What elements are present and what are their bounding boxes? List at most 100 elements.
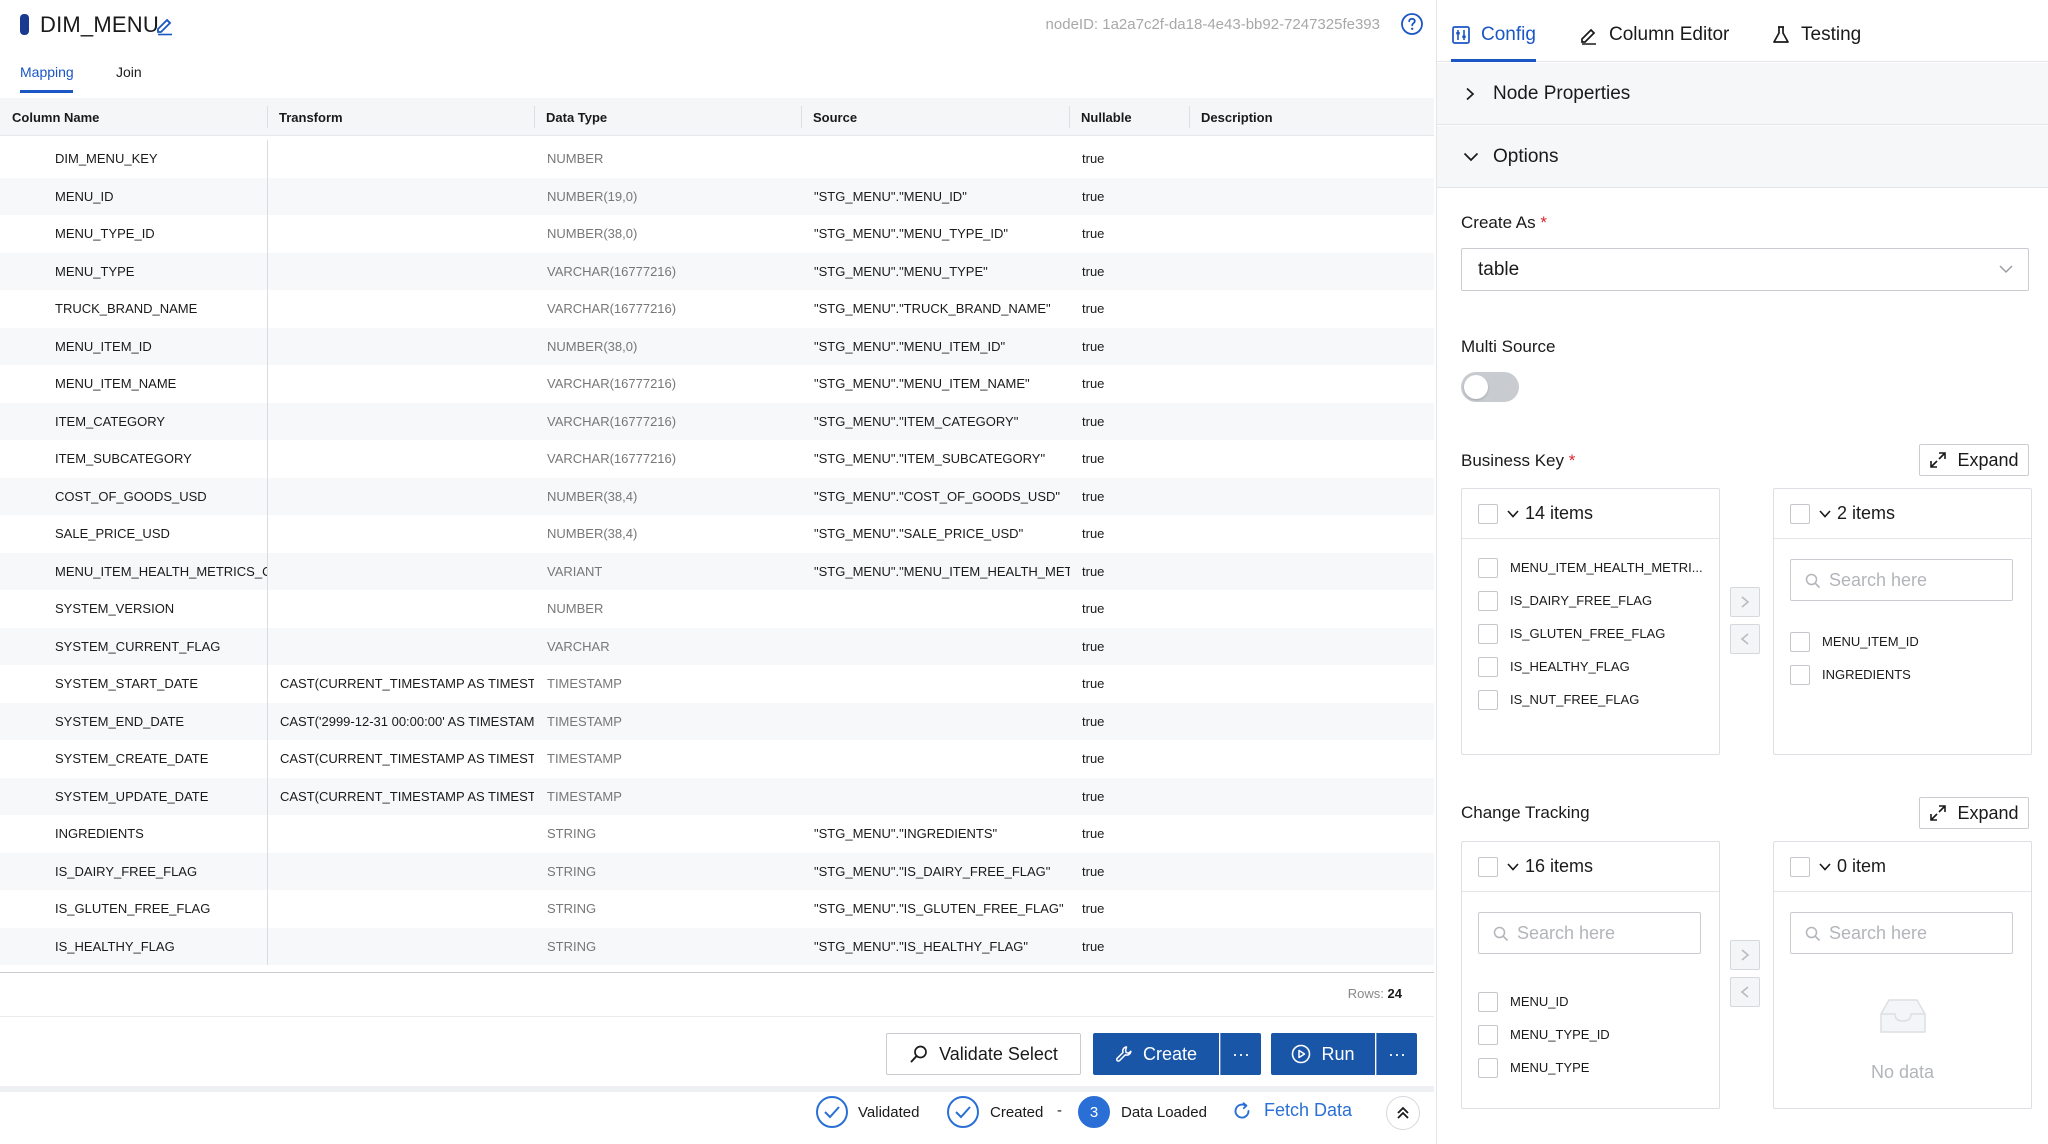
table-row[interactable]: IS_GLUTEN_FREE_FLAG STRING "STG_MENU"."IS_… — [0, 890, 1434, 928]
tab-testing[interactable]: Testing — [1771, 24, 1861, 46]
item-checkbox[interactable] — [1478, 624, 1498, 644]
select-all-checkbox[interactable] — [1478, 857, 1498, 877]
column-resizer[interactable] — [801, 106, 802, 128]
item-checkbox[interactable] — [1478, 657, 1498, 677]
cell-nullable[interactable]: true — [1082, 151, 1162, 166]
fetch-data-link[interactable]: Fetch Data — [1232, 1100, 1352, 1121]
cell-nullable[interactable]: true — [1082, 301, 1162, 316]
column-header-source[interactable]: Source — [813, 110, 857, 125]
table-row[interactable]: TRUCK_BRAND_NAME VARCHAR(16777216) "STG_ME… — [0, 290, 1434, 328]
cell-nullable[interactable]: true — [1082, 339, 1162, 354]
cell-column-name[interactable]: SYSTEM_CURRENT_FLAG — [55, 639, 267, 654]
cell-data-type[interactable]: VARCHAR(16777216) — [547, 264, 807, 279]
table-row[interactable]: INGREDIENTS STRING "STG_MENU"."INGREDIENTS… — [0, 815, 1434, 853]
move-right-button[interactable] — [1730, 940, 1760, 970]
cell-column-name[interactable]: MENU_ITEM_NAME — [55, 376, 267, 391]
tab-column-editor[interactable]: Column Editor — [1579, 24, 1729, 46]
table-row[interactable]: ITEM_CATEGORY VARCHAR(16777216) "STG_MENU"… — [0, 402, 1434, 440]
cell-source[interactable]: "STG_MENU"."MENU_TYPE" — [814, 264, 1070, 279]
column-header-transform[interactable]: Transform — [279, 110, 343, 125]
cell-nullable[interactable]: true — [1082, 789, 1162, 804]
chevron-down-icon[interactable] — [1506, 508, 1520, 520]
item-checkbox[interactable] — [1478, 1025, 1498, 1045]
create-as-select[interactable]: table — [1461, 248, 2029, 291]
cell-source[interactable]: "STG_MENU"."COST_OF_GOODS_USD" — [814, 489, 1070, 504]
cell-data-type[interactable]: STRING — [547, 864, 807, 879]
cell-data-type[interactable]: TIMESTAMP — [547, 676, 807, 691]
table-row[interactable]: SALE_PRICE_USD NUMBER(38,4) "STG_MENU"."SA… — [0, 515, 1434, 553]
cell-nullable[interactable]: true — [1082, 826, 1162, 841]
tab-config[interactable]: Config — [1451, 24, 1536, 46]
cell-column-name[interactable]: IS_GLUTEN_FREE_FLAG — [55, 901, 267, 916]
cell-column-name[interactable]: SYSTEM_START_DATE — [55, 676, 267, 691]
table-row[interactable]: MENU_TYPE VARCHAR(16777216) "STG_MENU"."ME… — [0, 252, 1434, 290]
cell-column-name[interactable]: ITEM_SUBCATEGORY — [55, 451, 267, 466]
list-item[interactable]: INGREDIENTS — [1774, 654, 2031, 697]
cell-data-type[interactable]: TIMESTAMP — [547, 751, 807, 766]
cell-column-name[interactable]: IS_HEALTHY_FLAG — [55, 939, 267, 954]
cell-column-name[interactable]: MENU_ITEM_HEALTH_METRICS_OE — [55, 564, 267, 579]
cell-data-type[interactable]: NUMBER — [547, 601, 807, 616]
change-tracking-expand-button[interactable]: Expand — [1919, 797, 2029, 829]
table-row[interactable]: MENU_ITEM_ID NUMBER(38,0) "STG_MENU"."MENU… — [0, 327, 1434, 365]
cell-nullable[interactable]: true — [1082, 264, 1162, 279]
list-item[interactable]: MENU_TYPE — [1462, 1047, 1719, 1090]
cell-data-type[interactable]: VARIANT — [547, 564, 807, 579]
column-header-name[interactable]: Column Name — [12, 110, 99, 125]
cell-column-name[interactable]: MENU_TYPE_ID — [55, 226, 267, 241]
cell-data-type[interactable]: VARCHAR(16777216) — [547, 376, 807, 391]
change-tracking-target-search-input[interactable]: Search here — [1790, 912, 2013, 954]
select-all-checkbox[interactable] — [1790, 504, 1810, 524]
multi-source-toggle[interactable] — [1461, 372, 1519, 402]
move-right-button[interactable] — [1730, 587, 1760, 617]
validate-select-button[interactable]: Validate Select — [886, 1033, 1081, 1075]
move-left-button[interactable] — [1730, 977, 1760, 1007]
cell-source[interactable]: "STG_MENU"."IS_HEALTHY_FLAG" — [814, 939, 1070, 954]
cell-data-type[interactable]: VARCHAR(16777216) — [547, 451, 807, 466]
tab-mapping[interactable]: Mapping — [20, 64, 74, 80]
options-section[interactable]: Options — [1437, 126, 2048, 188]
business-key-expand-button[interactable]: Expand — [1919, 444, 2029, 476]
cell-data-type[interactable]: NUMBER(38,0) — [547, 339, 807, 354]
cell-column-name[interactable]: DIM_MENU_KEY — [55, 151, 267, 166]
cell-nullable[interactable]: true — [1082, 564, 1162, 579]
edit-icon[interactable] — [154, 14, 176, 36]
column-resizer[interactable] — [267, 106, 268, 128]
cell-source[interactable]: "STG_MENU"."ITEM_CATEGORY" — [814, 414, 1070, 429]
cell-source[interactable]: "STG_MENU"."IS_DAIRY_FREE_FLAG" — [814, 864, 1070, 879]
cell-nullable[interactable]: true — [1082, 939, 1162, 954]
item-checkbox[interactable] — [1478, 690, 1498, 710]
cell-column-name[interactable]: ITEM_CATEGORY — [55, 414, 267, 429]
cell-transform[interactable]: CAST('2999-12-31 00:00:00' AS TIMESTAM — [280, 714, 534, 729]
cell-column-name[interactable]: SALE_PRICE_USD — [55, 526, 267, 541]
item-checkbox[interactable] — [1790, 665, 1810, 685]
cell-column-name[interactable]: SYSTEM_END_DATE — [55, 714, 267, 729]
table-row[interactable]: MENU_ITEM_NAME VARCHAR(16777216) "STG_MENU… — [0, 365, 1434, 403]
cell-transform[interactable]: CAST(CURRENT_TIMESTAMP AS TIMESTA — [280, 789, 534, 804]
help-icon[interactable] — [1400, 12, 1424, 36]
cell-source[interactable]: "STG_MENU"."MENU_TYPE_ID" — [814, 226, 1070, 241]
cell-nullable[interactable]: true — [1082, 414, 1162, 429]
cell-nullable[interactable]: true — [1082, 751, 1162, 766]
list-item[interactable]: IS_NUT_FREE_FLAG — [1462, 679, 1719, 722]
cell-source[interactable]: "STG_MENU"."MENU_ITEM_HEALTH_METR — [814, 564, 1070, 579]
column-resizer[interactable] — [1069, 106, 1070, 128]
cell-data-type[interactable]: NUMBER(38,4) — [547, 489, 807, 504]
cell-column-name[interactable]: MENU_ID — [55, 189, 267, 204]
table-row[interactable]: SYSTEM_CREATE_DATE CAST(CURRENT_TIMESTAMP… — [0, 740, 1434, 778]
cell-data-type[interactable]: STRING — [547, 826, 807, 841]
cell-source[interactable]: "STG_MENU"."MENU_ID" — [814, 189, 1070, 204]
item-checkbox[interactable] — [1478, 1058, 1498, 1078]
cell-data-type[interactable]: TIMESTAMP — [547, 714, 807, 729]
cell-nullable[interactable]: true — [1082, 901, 1162, 916]
column-header-description[interactable]: Description — [1201, 110, 1273, 125]
column-header-type[interactable]: Data Type — [546, 110, 607, 125]
item-checkbox[interactable] — [1478, 992, 1498, 1012]
column-header-nullable[interactable]: Nullable — [1081, 110, 1132, 125]
cell-source[interactable]: "STG_MENU"."IS_GLUTEN_FREE_FLAG" — [814, 901, 1070, 916]
cell-nullable[interactable]: true — [1082, 676, 1162, 691]
table-row[interactable]: IS_DAIRY_FREE_FLAG STRING "STG_MENU"."IS_D… — [0, 852, 1434, 890]
cell-column-name[interactable]: SYSTEM_VERSION — [55, 601, 267, 616]
cell-transform[interactable]: CAST(CURRENT_TIMESTAMP AS TIMESTA — [280, 676, 534, 691]
create-button[interactable]: Create — [1093, 1033, 1219, 1075]
